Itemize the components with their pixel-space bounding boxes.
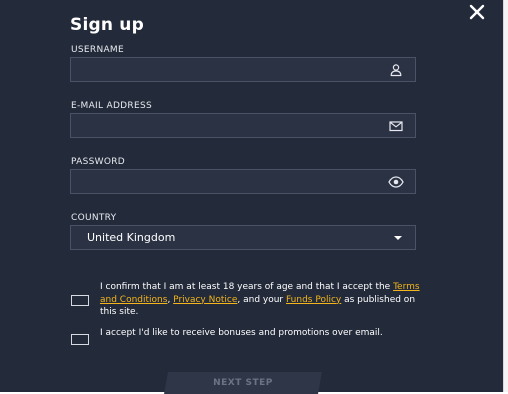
eye-icon[interactable] — [388, 175, 404, 189]
password-label: PASSWORD — [71, 157, 126, 167]
consent-text-1: I confirm that I am at least 18 years of… — [100, 282, 394, 292]
signup-modal: Sign up USERNAME E-MAIL ADDRESS PASSWORD… — [0, 0, 503, 392]
password-input[interactable] — [71, 170, 387, 193]
bonus-consent-checkbox[interactable] — [71, 334, 89, 345]
country-label: COUNTRY — [71, 213, 117, 223]
email-input[interactable] — [71, 114, 387, 137]
country-selected-value: United Kingdom — [87, 231, 176, 244]
email-label: E-MAIL ADDRESS — [71, 101, 152, 111]
username-input[interactable] — [71, 58, 387, 81]
user-icon — [390, 64, 402, 77]
caret-down-icon — [394, 236, 402, 240]
consent-text-2: , and your — [237, 294, 286, 305]
close-icon[interactable] — [468, 3, 486, 21]
bonus-consent-text: I accept I'd like to receive bonuses and… — [100, 328, 383, 338]
email-field[interactable] — [70, 113, 416, 138]
password-field[interactable] — [70, 169, 416, 194]
envelope-icon — [389, 121, 403, 132]
scrollbar-gutter — [503, 0, 508, 392]
next-step-button[interactable]: NEXT STEP — [164, 372, 322, 394]
privacy-link[interactable]: Privacy Notice — [173, 295, 237, 305]
funds-policy-link[interactable]: Funds Policy — [286, 295, 341, 305]
age-terms-checkbox[interactable] — [71, 295, 89, 306]
username-field[interactable] — [70, 57, 416, 82]
country-select[interactable]: United Kingdom — [70, 225, 416, 250]
modal-title: Sign up — [70, 15, 144, 35]
username-label: USERNAME — [71, 45, 124, 55]
age-terms-consent-text: I confirm that I am at least 18 years of… — [100, 281, 420, 319]
